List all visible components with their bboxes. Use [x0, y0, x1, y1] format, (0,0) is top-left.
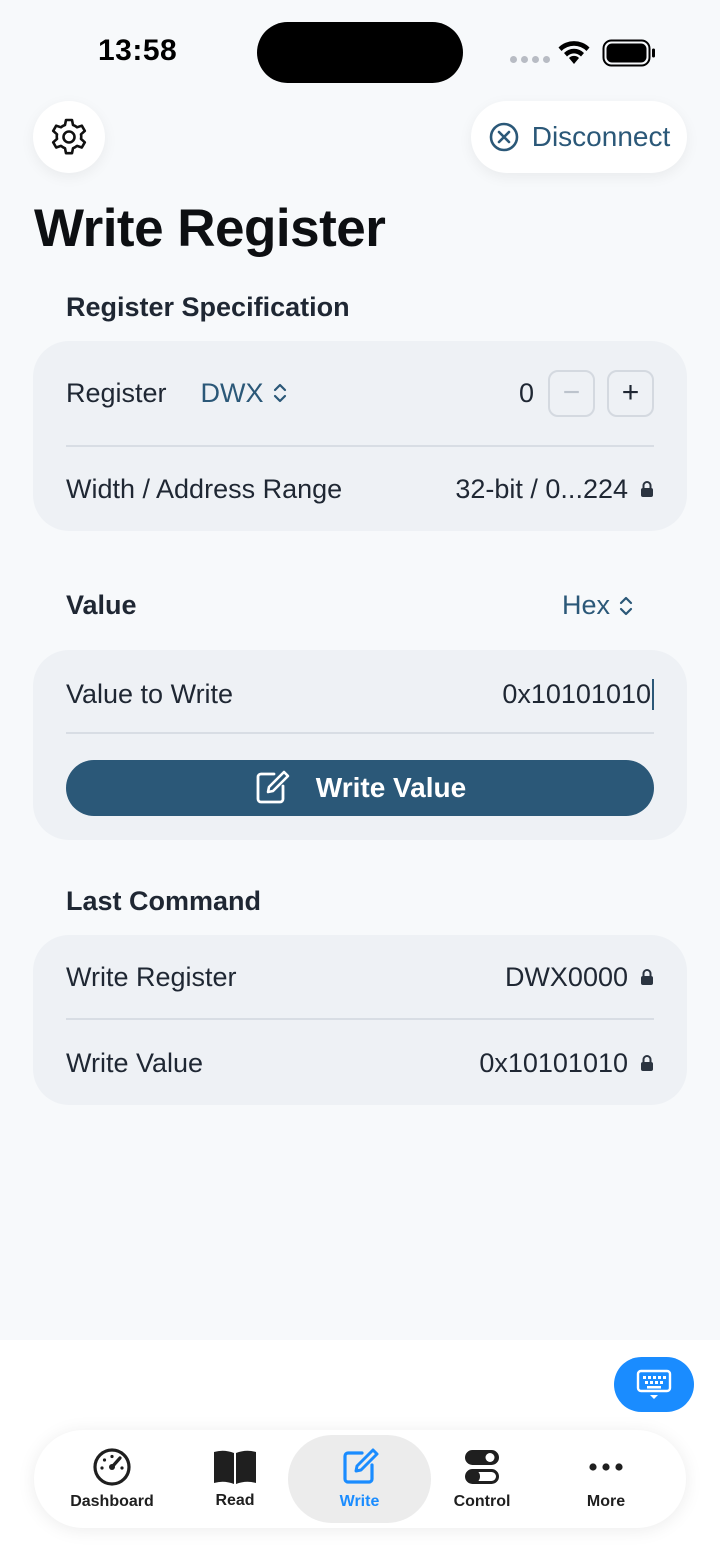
tab-label: Write	[339, 1493, 380, 1510]
divider	[66, 1018, 654, 1020]
last-command-header: Last Command	[66, 886, 262, 916]
ellipsis-icon	[589, 1463, 623, 1471]
last-value-label: Write Value	[66, 1047, 204, 1078]
tab-label: Control	[453, 1493, 511, 1510]
disconnect-button[interactable]: Disconnect	[471, 101, 687, 173]
keyboard-button[interactable]	[614, 1357, 694, 1412]
tab-label: Dashboard	[70, 1493, 154, 1510]
last-value-row: Write Value 0x10101010	[66, 1041, 654, 1085]
lock-icon	[641, 481, 653, 497]
settings-button[interactable]	[33, 101, 105, 173]
status-time: 13:58	[98, 34, 178, 67]
lock-icon	[641, 969, 653, 985]
address-value: 0	[518, 377, 534, 408]
keyboard-icon	[636, 1369, 672, 1399]
increment-button[interactable]: +	[607, 369, 654, 417]
register-spec-header: Register Specification	[66, 292, 350, 322]
lock-icon	[641, 1055, 653, 1071]
address-stepper: 0 − +	[518, 369, 654, 417]
chevron-up-down-icon	[273, 383, 286, 403]
last-command-card: Write Register DWX0000 Write Value 0x101…	[33, 935, 687, 1105]
tab-dashboard[interactable]: Dashboard	[49, 1430, 175, 1528]
value-header: Value	[66, 590, 137, 620]
last-register-value: DWX0000	[504, 961, 628, 992]
width-value-group: 32-bit / 0...224	[455, 474, 654, 505]
battery-icon	[602, 39, 655, 67]
decrement-button[interactable]: −	[548, 369, 595, 417]
tab-bar: Dashboard Read Write Control More	[34, 1430, 686, 1528]
divider	[66, 445, 654, 447]
register-type-picker[interactable]: DWX	[201, 378, 288, 409]
value-input[interactable]: 0x10101010	[502, 678, 654, 710]
divider	[66, 732, 654, 734]
tab-more[interactable]: More	[543, 1430, 669, 1528]
tab-write[interactable]: Write	[288, 1435, 431, 1523]
width-row: Width / Address Range 32-bit / 0...224	[66, 467, 654, 511]
tab-control[interactable]: Control	[419, 1430, 545, 1528]
status-bar: 13:58	[0, 0, 720, 100]
last-value-group: 0x10101010	[479, 1048, 654, 1079]
chevron-up-down-icon	[619, 596, 633, 615]
write-value-button[interactable]: Write Value	[66, 760, 654, 816]
width-label: Width / Address Range	[66, 473, 343, 504]
tab-label: More	[586, 1493, 626, 1510]
value-card: Value to Write 0x10101010 Write Value	[33, 650, 687, 840]
format-picker[interactable]: Hex	[562, 590, 634, 621]
gear-icon	[51, 118, 87, 155]
write-value-label: Write Value	[315, 772, 467, 803]
dynamic-island	[257, 22, 463, 83]
register-row: Register DWX 0 − +	[66, 369, 654, 417]
last-register-label: Write Register	[66, 961, 237, 992]
last-register-value-group: DWX0000	[505, 962, 654, 993]
width-value: 32-bit / 0...224	[455, 473, 628, 504]
register-label: Register	[66, 377, 167, 408]
register-type-value: DWX	[200, 377, 264, 408]
close-circle-icon	[489, 122, 519, 152]
edit-icon	[342, 1448, 378, 1484]
tab-label: Read	[215, 1492, 255, 1509]
wifi-icon	[558, 41, 590, 64]
last-register-row: Write Register DWX0000	[66, 955, 654, 999]
tab-read[interactable]: Read	[172, 1430, 298, 1528]
book-icon	[214, 1450, 256, 1484]
register-spec-card: Register DWX 0 − + Width / Address Range…	[33, 341, 687, 531]
page-title: Write Register	[34, 199, 386, 258]
format-value: Hex	[561, 590, 610, 620]
toggles-icon	[465, 1450, 499, 1484]
value-row: Value to Write 0x10101010	[66, 672, 654, 716]
value-label: Value to Write	[66, 678, 234, 709]
gauge-icon	[93, 1448, 131, 1486]
edit-icon	[256, 770, 290, 804]
last-value-value: 0x10101010	[479, 1047, 628, 1078]
disconnect-label: Disconnect	[531, 121, 671, 152]
cellular-signal-icon	[510, 56, 550, 63]
